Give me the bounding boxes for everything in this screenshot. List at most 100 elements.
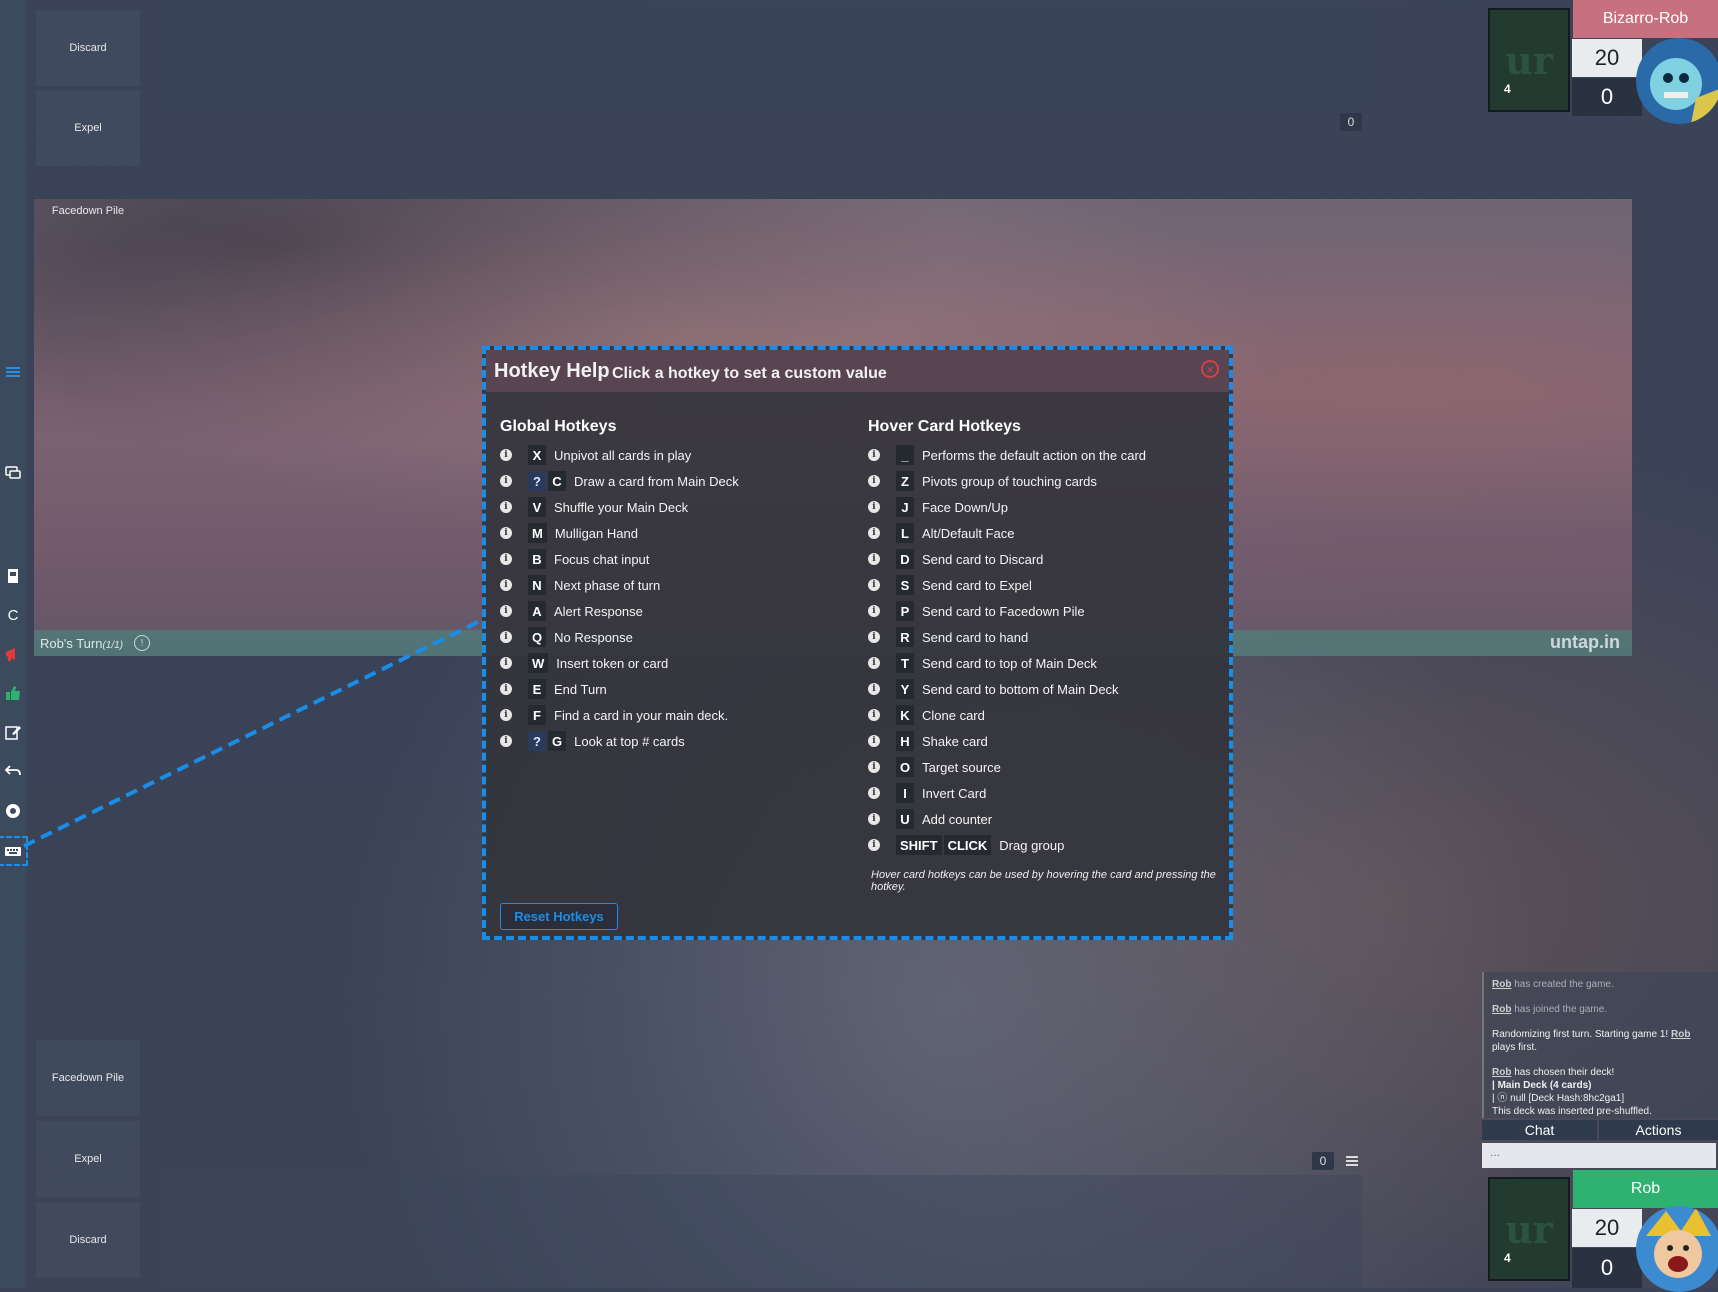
hotkey-row[interactable]: i O Target source: [868, 756, 1001, 778]
info-icon[interactable]: i: [500, 475, 512, 487]
hotkey-row[interactable]: i N Next phase of turn: [500, 574, 660, 596]
hotkey-key[interactable]: CLICK: [943, 835, 992, 855]
hotkey-key[interactable]: E: [528, 679, 546, 699]
hotkey-row[interactable]: i V Shuffle your Main Deck: [500, 496, 688, 518]
info-icon[interactable]: i: [500, 683, 512, 695]
hotkey-row[interactable]: i Y Send card to bottom of Main Deck: [868, 678, 1119, 700]
hotkey-row[interactable]: i D Send card to Discard: [868, 548, 1043, 570]
hotkey-row[interactable]: i U Add counter: [868, 808, 992, 830]
hotkey-row[interactable]: i SHIFT CLICK Drag group: [868, 834, 1064, 856]
hotkey-row[interactable]: i? C Draw a card from Main Deck: [500, 470, 739, 492]
hotkey-row[interactable]: i J Face Down/Up: [868, 496, 1008, 518]
info-icon[interactable]: i: [868, 709, 880, 721]
info-icon[interactable]: i: [868, 839, 880, 851]
hotkey-key[interactable]: M: [528, 523, 547, 543]
player-expel-pile[interactable]: Expel: [36, 1121, 140, 1197]
info-icon[interactable]: i: [868, 761, 880, 773]
info-icon[interactable]: i: [500, 709, 512, 721]
player-deck[interactable]: ur 4: [1488, 1177, 1570, 1281]
hotkey-row[interactable]: i _ Performs the default action on the car…: [868, 444, 1146, 466]
info-icon[interactable]: i: [500, 501, 512, 513]
info-icon[interactable]: i: [500, 657, 512, 669]
hotkey-key[interactable]: T: [896, 653, 914, 673]
info-icon[interactable]: i: [868, 631, 880, 643]
tab-actions[interactable]: Actions: [1599, 1120, 1718, 1140]
hotkey-key[interactable]: SHIFT: [896, 835, 942, 855]
hotkey-key[interactable]: L: [896, 523, 914, 543]
opponent-discard-pile[interactable]: Discard: [36, 10, 140, 86]
chat-user[interactable]: Rob: [1671, 1029, 1690, 1040]
edit-icon[interactable]: [0, 719, 26, 745]
hotkey-key[interactable]: X: [528, 445, 546, 465]
chat-user[interactable]: Rob: [1492, 1067, 1511, 1078]
info-icon[interactable]: i: [868, 787, 880, 799]
hotkey-row[interactable]: i I Invert Card: [868, 782, 986, 804]
opponent-poison[interactable]: 0: [1572, 78, 1642, 116]
hotkey-row[interactable]: i A Alert Response: [500, 600, 643, 622]
hotkey-key[interactable]: W: [528, 653, 549, 673]
hotkey-key[interactable]: U: [896, 809, 914, 829]
hotkey-row[interactable]: i X Unpivot all cards in play: [500, 444, 691, 466]
hotkey-key[interactable]: N: [528, 575, 546, 595]
deck-icon[interactable]: [0, 563, 26, 589]
info-icon[interactable]: i: [500, 579, 512, 591]
info-icon[interactable]: i: [868, 553, 880, 565]
info-icon[interactable]: i: [500, 631, 512, 643]
hotkey-key[interactable]: Y: [896, 679, 914, 699]
undo-icon[interactable]: [0, 758, 26, 784]
opponent-life[interactable]: 20: [1572, 39, 1642, 77]
thumbs-up-icon[interactable]: [0, 680, 26, 706]
hotkey-key[interactable]: O: [896, 757, 915, 777]
hotkey-key[interactable]: A: [528, 601, 546, 621]
hotkey-key[interactable]: H: [896, 731, 914, 751]
dice-icon[interactable]: [0, 798, 26, 824]
close-icon[interactable]: ×: [1201, 360, 1219, 378]
info-icon[interactable]: i: [868, 683, 880, 695]
menu-icon[interactable]: [0, 359, 26, 385]
hotkey-row[interactable]: i K Clone card: [868, 704, 985, 726]
info-icon[interactable]: i: [868, 605, 880, 617]
turn-info-icon[interactable]: !: [134, 635, 150, 651]
hotkey-key[interactable]: K: [896, 705, 914, 725]
info-icon[interactable]: i: [500, 449, 512, 461]
chat-bubbles-icon[interactable]: [0, 460, 26, 486]
chat-user[interactable]: Rob: [1492, 979, 1511, 990]
hotkey-key[interactable]: R: [896, 627, 914, 647]
info-icon[interactable]: i: [500, 553, 512, 565]
hotkey-row[interactable]: i P Send card to Facedown Pile: [868, 600, 1085, 622]
hotkey-row[interactable]: i B Focus chat input: [500, 548, 649, 570]
player-poison[interactable]: 0: [1572, 1248, 1642, 1288]
info-icon[interactable]: i: [868, 527, 880, 539]
hotkey-row[interactable]: i W Insert token or card: [500, 652, 668, 674]
hotkey-key[interactable]: F: [528, 705, 546, 725]
hotkey-key[interactable]: S: [896, 575, 914, 595]
hotkey-row[interactable]: i L Alt/Default Face: [868, 522, 1015, 544]
hotkey-row[interactable]: i S Send card to Expel: [868, 574, 1032, 596]
hand-menu-icon[interactable]: [1342, 1152, 1362, 1170]
player-discard-pile[interactable]: Discard: [36, 1202, 140, 1278]
hotkey-key[interactable]: V: [528, 497, 546, 517]
hotkey-key[interactable]: I: [896, 783, 914, 803]
counter-c-icon[interactable]: C: [0, 602, 26, 628]
hotkey-key[interactable]: _: [896, 445, 914, 465]
hotkey-key[interactable]: B: [528, 549, 546, 569]
megaphone-icon[interactable]: [0, 641, 26, 667]
hotkey-row[interactable]: i H Shake card: [868, 730, 988, 752]
hotkey-row[interactable]: i F Find a card in your main deck.: [500, 704, 728, 726]
info-icon[interactable]: i: [868, 813, 880, 825]
hotkey-row[interactable]: i? G Look at top # cards: [500, 730, 685, 752]
hotkey-key[interactable]: J: [896, 497, 914, 517]
hotkey-row[interactable]: i E End Turn: [500, 678, 607, 700]
hotkey-key[interactable]: D: [896, 549, 914, 569]
hotkey-key[interactable]: G: [548, 731, 567, 751]
reset-hotkeys-button[interactable]: Reset Hotkeys: [500, 903, 618, 930]
keyboard-icon[interactable]: [0, 836, 28, 866]
info-icon[interactable]: i: [500, 527, 512, 539]
hotkey-key[interactable]: C: [548, 471, 566, 491]
info-icon[interactable]: i: [868, 579, 880, 591]
info-icon[interactable]: i: [500, 605, 512, 617]
hotkey-key[interactable]: ?: [528, 731, 546, 751]
info-icon[interactable]: i: [868, 501, 880, 513]
hotkey-row[interactable]: i Z Pivots group of touching cards: [868, 470, 1097, 492]
info-icon[interactable]: i: [500, 735, 512, 747]
